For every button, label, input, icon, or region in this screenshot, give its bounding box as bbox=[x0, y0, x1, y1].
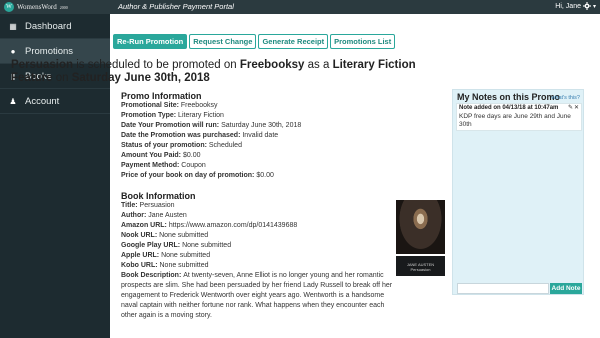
promo-key: Payment Method: bbox=[121, 162, 182, 169]
notes-panel: My Notes on this Promo what's this? Note… bbox=[452, 89, 584, 295]
book-row: Title: Persuasion bbox=[121, 201, 393, 211]
note-header: Note added on 04/13/18 at 10:47am bbox=[459, 105, 559, 111]
note-input[interactable] bbox=[457, 283, 549, 294]
gear-icon bbox=[582, 2, 591, 10]
book-key: Title: bbox=[121, 202, 140, 209]
book-value: Jane Austen bbox=[148, 212, 187, 219]
headline-text: as a bbox=[304, 59, 333, 71]
promo-value: Literary Fiction bbox=[178, 112, 224, 119]
cover-portrait bbox=[396, 200, 445, 254]
book-value: Persuasion bbox=[139, 202, 175, 209]
page-title: Persuasion is scheduled to be promoted o… bbox=[11, 59, 447, 85]
promo-row: Promotional Site: Freebooksy bbox=[121, 101, 301, 111]
promo-key: Status of your promotion: bbox=[121, 142, 209, 149]
promo-row: Amount You Paid: $0.00 bbox=[121, 151, 301, 161]
logo-icon: W bbox=[4, 2, 14, 12]
note-actions: ✎ ✕ bbox=[568, 104, 579, 111]
generate-receipt-button[interactable]: Generate Receipt bbox=[258, 34, 329, 49]
promo-key: Price of your book on day of promotion: bbox=[121, 172, 257, 179]
promo-row: Price of your book on day of promotion: … bbox=[121, 171, 301, 181]
promo-info-list: Promotional Site: Freebooksy Promotion T… bbox=[121, 101, 301, 181]
cover-title: Persuasion bbox=[410, 267, 431, 272]
promo-key: Promotion Type: bbox=[121, 112, 179, 119]
book-row: Amazon URL: https://www.amazon.com/dp/01… bbox=[121, 221, 393, 231]
book-description-text: At twenty-seven, Anne Elliot is no longe… bbox=[121, 272, 393, 319]
top-bar: W WomensWord 2000 Author & Publisher Pay… bbox=[0, 0, 600, 14]
add-note-button[interactable]: Add Note bbox=[550, 283, 582, 294]
headline-book: Persuasion bbox=[11, 59, 73, 71]
action-buttons: Re-Run Promotion Request Change Generate… bbox=[113, 34, 396, 49]
whats-this-link[interactable]: what's this? bbox=[551, 95, 580, 101]
user-greeting: Hi, Jane bbox=[555, 2, 581, 10]
promo-value: Scheduled bbox=[208, 142, 242, 149]
sidebar-item-account[interactable]: ♟ Account bbox=[0, 89, 110, 114]
promo-value: Saturday June 30th, 2018 bbox=[221, 122, 302, 129]
promo-row: Date the Promotion was purchased: Invali… bbox=[121, 131, 301, 141]
sidebar-item-dashboard[interactable]: ▦ Dashboard bbox=[0, 14, 110, 39]
promo-value: Freebooksy bbox=[180, 102, 218, 109]
promo-row: Payment Method: Coupon bbox=[121, 161, 301, 171]
logo[interactable]: W WomensWord 2000 bbox=[4, 2, 68, 12]
book-key: Apple URL: bbox=[121, 252, 162, 259]
promo-value: Invalid date bbox=[242, 132, 279, 139]
book-value: None submitted bbox=[159, 262, 209, 269]
book-row: Kobo URL: None submitted bbox=[121, 261, 393, 271]
cover-band: JANE AUSTEN Persuasion bbox=[396, 256, 445, 276]
close-icon[interactable]: ✕ bbox=[574, 104, 579, 111]
book-row: Author: Jane Austen bbox=[121, 211, 393, 221]
promo-row: Promotion Type: Literary Fiction bbox=[121, 111, 301, 121]
person-icon: ♟ bbox=[9, 96, 17, 106]
headline-site: Freebooksy bbox=[239, 59, 305, 71]
book-row: Google Play URL: None submitted bbox=[121, 241, 393, 251]
note-text: KDP free days are June 29th and June 30t… bbox=[459, 113, 571, 128]
promo-value: Coupon bbox=[181, 162, 206, 169]
amazon-url-link[interactable]: https://www.amazon.com/dp/0141439688 bbox=[169, 222, 297, 229]
promotions-list-button[interactable]: Promotions List bbox=[330, 34, 396, 49]
headline-date: Saturday June 30th, 2018 bbox=[71, 72, 210, 84]
note-item: Note added on 04/13/18 at 10:47am ✎ ✕ KD… bbox=[456, 103, 582, 131]
promo-value: $0.00 bbox=[256, 172, 274, 179]
promo-key: Promotional Site: bbox=[121, 102, 181, 109]
request-change-button[interactable]: Request Change bbox=[189, 34, 257, 49]
book-value: None submitted bbox=[161, 252, 211, 259]
book-key: Book Description: bbox=[121, 272, 184, 279]
portal-title: Author & Publisher Payment Portal bbox=[118, 2, 234, 11]
headline-text: on bbox=[52, 72, 72, 84]
user-menu[interactable]: Hi, Jane ▾ bbox=[555, 2, 596, 10]
sidebar-item-label: Promotions bbox=[25, 45, 74, 57]
chevron-down-icon: ▾ bbox=[592, 3, 596, 10]
book-key: Kobo URL: bbox=[121, 262, 160, 269]
book-value: None submitted bbox=[159, 232, 209, 239]
dashboard-icon: ▦ bbox=[9, 21, 17, 31]
headline-text: is scheduled to be promoted on bbox=[73, 59, 240, 71]
promo-info-heading: Promo Information bbox=[121, 91, 202, 101]
drop-icon: ● bbox=[10, 46, 16, 56]
book-description: Book Description: At twenty-seven, Anne … bbox=[121, 271, 393, 321]
notes-title: My Notes on this Promo bbox=[457, 92, 561, 102]
book-value: None submitted bbox=[182, 242, 232, 249]
sidebar-item-label: Account bbox=[25, 95, 60, 107]
edit-icon[interactable]: ✎ bbox=[568, 104, 573, 111]
promo-key: Amount You Paid: bbox=[121, 152, 183, 159]
promo-key: Date Your Promotion will run: bbox=[121, 122, 222, 129]
promo-value: $0.00 bbox=[182, 152, 201, 159]
book-key: Google Play URL: bbox=[121, 242, 183, 249]
book-key: Author: bbox=[121, 212, 149, 219]
book-row: Nook URL: None submitted bbox=[121, 231, 393, 241]
book-info-heading: Book Information bbox=[121, 191, 196, 201]
promo-row: Date Your Promotion will run: Saturday J… bbox=[121, 121, 301, 131]
book-info-list: Title: Persuasion Author: Jane Austen Am… bbox=[121, 201, 393, 321]
promo-row: Status of your promotion: Scheduled bbox=[121, 141, 301, 151]
logo-text: WomensWord bbox=[17, 3, 57, 11]
logo-superscript: 2000 bbox=[59, 4, 68, 10]
book-key: Nook URL: bbox=[121, 232, 160, 239]
book-row: Apple URL: None submitted bbox=[121, 251, 393, 261]
book-cover-image: JANE AUSTEN Persuasion bbox=[396, 200, 445, 276]
promo-key: Date the Promotion was purchased: bbox=[121, 132, 243, 139]
rerun-promotion-button[interactable]: Re-Run Promotion bbox=[113, 34, 188, 49]
sidebar-item-label: Dashboard bbox=[25, 20, 72, 32]
book-key: Amazon URL: bbox=[121, 222, 169, 229]
